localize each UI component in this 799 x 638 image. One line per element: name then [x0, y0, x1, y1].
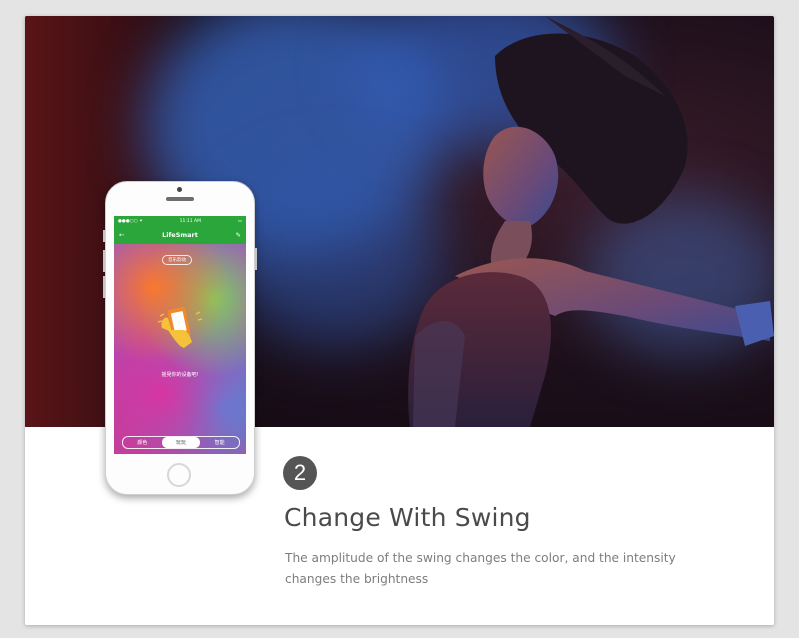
- shake-hint: 摇晃你的设备吧!: [161, 372, 199, 378]
- description-line-2: changes the brightness: [285, 572, 429, 586]
- mode-button[interactable]: 音乐韵动: [162, 255, 192, 265]
- app-bar: ← LifeSmart ✎: [114, 226, 246, 244]
- feature-card: ●●●○○ ✦ 11:11 AM ▭ ← LifeSmart ✎ 音乐韵动 摇晃…: [25, 16, 774, 625]
- back-arrow-icon[interactable]: ←: [119, 231, 124, 239]
- phone-mockup: ●●●○○ ✦ 11:11 AM ▭ ← LifeSmart ✎ 音乐韵动 摇晃…: [103, 181, 257, 495]
- phone-speaker: [166, 197, 194, 201]
- mode-tabs: 颜色 玩玩 智能: [122, 436, 240, 449]
- description-line-1: The amplitude of the swing changes the c…: [285, 551, 676, 565]
- phone-status-bar: ●●●○○ ✦ 11:11 AM ▭: [114, 216, 246, 226]
- step-number-badge: 2: [283, 456, 317, 490]
- signal-icon: ●●●○○ ✦: [118, 218, 143, 224]
- tab-smart[interactable]: 智能: [200, 437, 239, 448]
- phone-home-button: [167, 463, 191, 487]
- phone-camera: [177, 187, 182, 192]
- app-title: LifeSmart: [162, 231, 198, 239]
- edit-icon[interactable]: ✎: [236, 231, 241, 239]
- shake-phone-icon: [158, 307, 202, 348]
- phone-screen: ●●●○○ ✦ 11:11 AM ▭ ← LifeSmart ✎ 音乐韵动 摇晃…: [114, 216, 246, 454]
- feature-title: Change With Swing: [284, 503, 531, 532]
- tab-color[interactable]: 颜色: [123, 437, 162, 448]
- tab-play[interactable]: 玩玩: [161, 437, 201, 448]
- feature-description: The amplitude of the swing changes the c…: [285, 548, 725, 590]
- battery-icon: ▭: [237, 218, 242, 224]
- status-time: 11:11 AM: [179, 218, 201, 224]
